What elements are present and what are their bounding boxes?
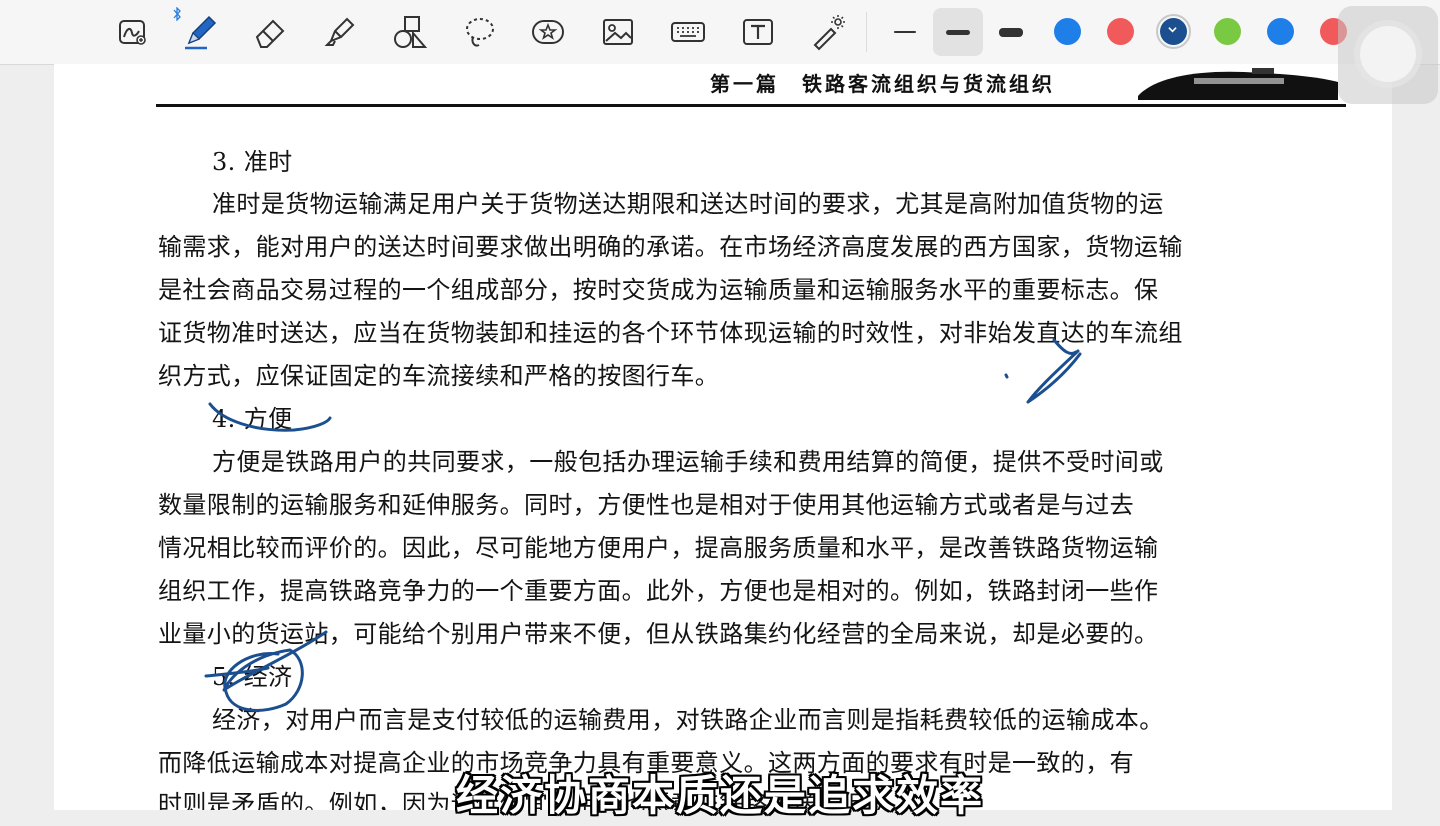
text-tool[interactable] [736, 10, 780, 54]
stroke-medium-button[interactable] [933, 8, 983, 56]
shapes-icon [394, 16, 428, 48]
star-sticker-icon [532, 20, 564, 44]
lasso-icon [466, 18, 494, 47]
highlighter-tool[interactable] [318, 10, 362, 54]
image-icon [603, 19, 633, 45]
color-blue-button[interactable] [1054, 18, 1081, 45]
stroke-thin-button[interactable] [880, 8, 930, 56]
train-logo-icon [1138, 68, 1338, 100]
lasso-pen-icon [119, 20, 146, 45]
text-line: 织方式，应保证固定的车流接续和严格的按图行车。 [158, 362, 720, 390]
keyboard-icon [671, 22, 705, 42]
stroke-thick-swatch [999, 27, 1023, 37]
pen-tool[interactable] [178, 10, 222, 54]
laser-pointer-tool[interactable] [806, 10, 850, 54]
text-line: 方便是铁路用户的共同要求，一般包括办理运输手续和费用结算的简便，提供不受时间或 [212, 448, 1164, 476]
color-blue-2-button[interactable] [1267, 18, 1294, 45]
assistive-touch-knob [1360, 26, 1416, 82]
chevron-down-icon [1168, 27, 1177, 33]
text-line: 数量限制的运输服务和延伸服务。同时，方便性也是相对于使用其他运输方式或者是与过去 [158, 491, 1134, 519]
image-tool[interactable] [596, 10, 640, 54]
text-box-icon [743, 19, 773, 45]
ink-stroke-arrow [1026, 338, 1082, 404]
header-rule [156, 104, 1346, 107]
color-red-button[interactable] [1107, 18, 1134, 45]
text-line: 4. 方便 [212, 405, 293, 433]
text-line: 准时是货物运输满足用户关于货物送达期限和送达时间的要求，尤其是高附加值货物的运 [212, 190, 1164, 218]
sticker-tool[interactable] [526, 10, 570, 54]
text-line: 经济，对用户而言是支付较低的运输费用，对铁路企业而言则是指耗费较低的运输成本。 [212, 706, 1164, 734]
text-line: 情况相比较而评价的。因此，尽可能地方便用户，提高服务质量和水平，是改善铁路货物运… [158, 534, 1159, 562]
assistive-touch-button[interactable] [1338, 6, 1438, 104]
text-line: 是社会商品交易过程的一个组成部分，按时交货成为运输质量和运输服务水平的重要标志。… [158, 276, 1159, 304]
text-line: 输需求，能对用户的送达时间要求做出明确的承诺。在市场经济高度发展的西方国家，货物… [158, 233, 1183, 261]
color-green-button[interactable] [1214, 18, 1241, 45]
page-header-title: 第一篇 铁路客流组织与货流组织 [710, 72, 1055, 96]
eraser-icon [255, 19, 285, 48]
keyboard-tool[interactable] [666, 10, 710, 54]
text-line: 业量小的货运站，可能给个别用户带来不便，但从铁路集约化经营的全局来说，却是必要的… [158, 620, 1159, 648]
laser-pointer-icon [813, 15, 845, 51]
stroke-thick-button[interactable] [986, 8, 1036, 56]
lasso-select-tool[interactable] [110, 10, 154, 54]
annotation-toolbar [0, 0, 1440, 65]
eraser-tool[interactable] [248, 10, 292, 54]
document-page[interactable]: 第一篇 铁路客流组织与货流组织 3. 准时准时是货物运输满足用户关于货物送达期限… [54, 64, 1392, 810]
text-line: 3. 准时 [212, 148, 293, 176]
video-subtitle: 经济协商本质还是追求效率 [455, 771, 984, 820]
highlighter-icon [324, 17, 355, 46]
fountain-pen-icon [185, 15, 217, 50]
color-navy-button[interactable] [1156, 14, 1191, 49]
shapes-tool[interactable] [388, 10, 432, 54]
text-line: 证货物准时送达，应当在货物装卸和挂运的各个环节体现运输的时效性，对非始发直达的车… [158, 319, 1183, 347]
toolbar-divider [866, 12, 867, 52]
stroke-medium-swatch [946, 29, 970, 35]
stroke-thin-swatch [894, 31, 916, 33]
text-line: 组织工作，提高铁路竞争力的一个重要方面。此外，方便也是相对的。例如，铁路封闭一些… [158, 577, 1159, 605]
ink-stroke-dot [1004, 373, 1009, 379]
text-line: 5. 经济 [212, 663, 293, 691]
lasso-tool[interactable] [458, 10, 502, 54]
